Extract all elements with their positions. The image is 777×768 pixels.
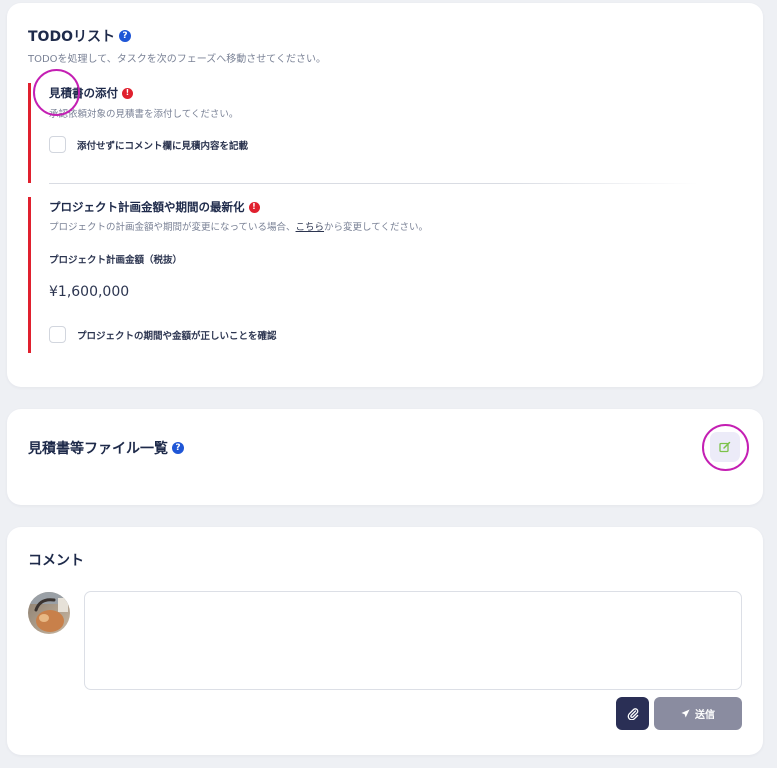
task-description-text: プロジェクトの計画金額や期間が変更になっている場合、 xyxy=(49,222,296,233)
task-title-text: 見積書の添付 xyxy=(49,86,118,100)
checkbox[interactable] xyxy=(49,136,66,153)
task-title-estimate: 見積書の添付 ! xyxy=(49,85,133,101)
comment-title: コメント xyxy=(28,550,84,570)
todo-subtitle: TODOを処理して、タスクを次のフェーズへ移動させてください。 xyxy=(28,54,326,65)
comment-input[interactable] xyxy=(84,591,742,690)
alert-icon: ! xyxy=(122,87,133,99)
edit-button[interactable] xyxy=(710,432,740,462)
comment-title-text: コメント xyxy=(28,553,84,569)
divider xyxy=(49,183,699,184)
plan-amount-label: プロジェクト計画金額（税抜） xyxy=(49,255,183,266)
checkbox[interactable] xyxy=(49,326,66,343)
avatar xyxy=(28,592,70,634)
todo-card: TODOリスト ? TODOを処理して、タスクを次のフェーズへ移動させてください… xyxy=(7,3,763,387)
attach-button[interactable] xyxy=(616,697,649,730)
todo-title-text: TODOリスト xyxy=(28,29,115,45)
files-card: 見積書等ファイル一覧 ? xyxy=(7,409,763,505)
task-title-text: プロジェクト計画金額や期間の最新化 xyxy=(49,200,245,214)
task-required-indicator xyxy=(28,197,31,353)
checkbox-label[interactable]: 添付せずにコメント欄に見積内容を記載 xyxy=(77,138,248,152)
comment-card: コメント 送信 xyxy=(7,527,763,755)
todo-title: TODOリスト ? xyxy=(28,26,131,46)
help-icon[interactable]: ? xyxy=(118,30,131,42)
send-label: 送信 xyxy=(695,710,715,721)
task-description: プロジェクトの計画金額や期間が変更になっている場合、こちらから変更してください。 xyxy=(49,219,428,233)
task-description: 承認依頼対象の見積書を添付してください。 xyxy=(49,109,239,120)
send-icon xyxy=(681,709,690,718)
files-title: 見積書等ファイル一覧 ? xyxy=(28,438,184,458)
alert-icon: ! xyxy=(248,201,260,213)
avatar-image xyxy=(28,592,70,634)
task-required-indicator xyxy=(28,83,31,183)
checkbox-row-confirm[interactable]: プロジェクトの期間や金額が正しいことを確認 xyxy=(49,326,277,343)
checkbox-label[interactable]: プロジェクトの期間や金額が正しいことを確認 xyxy=(77,328,277,342)
paperclip-icon xyxy=(627,707,638,720)
checkbox-row-no-attachment[interactable]: 添付せずにコメント欄に見積内容を記載 xyxy=(49,136,248,153)
help-icon[interactable]: ? xyxy=(172,442,184,454)
plan-amount-value: ¥1,600,000 xyxy=(49,284,130,300)
files-title-text: 見積書等ファイル一覧 xyxy=(28,441,168,457)
send-button[interactable]: 送信 xyxy=(654,697,742,730)
task-title-plan-update: プロジェクト計画金額や期間の最新化 ! xyxy=(49,199,260,215)
task-description-text-end: から変更してください。 xyxy=(324,222,428,233)
edit-icon xyxy=(719,441,731,453)
change-link[interactable]: こちら xyxy=(296,222,325,233)
